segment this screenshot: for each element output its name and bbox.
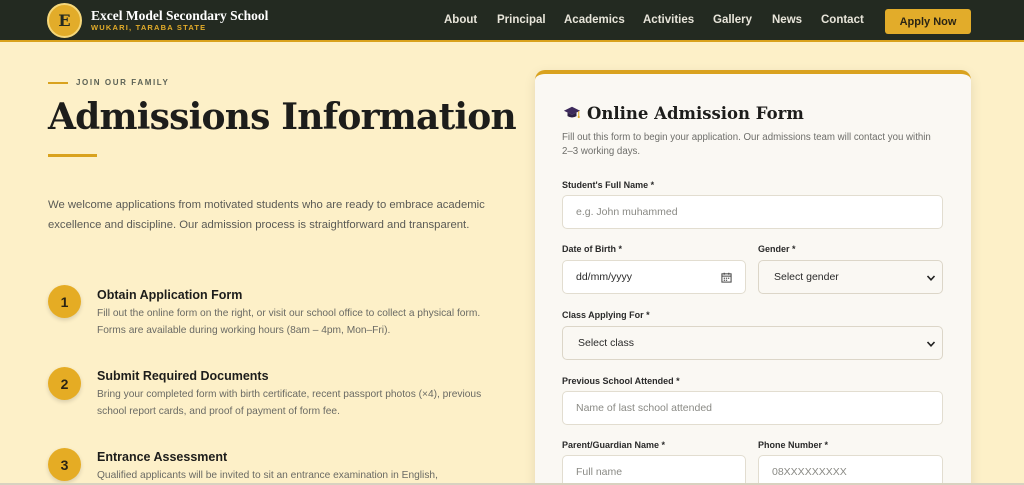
form-title-text: Online Admission Form <box>587 104 804 123</box>
nav-news[interactable]: News <box>772 14 802 26</box>
form-subtitle: Fill out this form to begin your applica… <box>562 132 931 157</box>
phone-input[interactable]: 08XXXXXXXXX <box>758 455 943 485</box>
eyebrow-text: JOIN OUR FAMILY <box>76 78 170 87</box>
dob-label: Date of Birth * <box>562 244 623 254</box>
step-title-3: Entrance Assessment <box>97 450 228 464</box>
step-title-1: Obtain Application Form <box>97 288 243 302</box>
gender-select[interactable]: Select gender <box>758 260 943 294</box>
apply-now-button[interactable]: Apply Now <box>885 9 971 34</box>
site-header: E Excel Model Secondary School WUKARI, T… <box>0 0 1024 42</box>
step-number-2: 2 <box>48 367 81 400</box>
nav-contact[interactable]: Contact <box>821 14 864 26</box>
chevron-down-icon <box>926 341 936 347</box>
form-title: Online Admission Form <box>563 104 804 123</box>
calendar-icon[interactable] <box>721 272 732 283</box>
intro-paragraph: We welcome applications from motivated s… <box>48 199 485 231</box>
full-name-label: Student's Full Name * <box>562 180 655 190</box>
phone-label: Phone Number * <box>758 440 829 450</box>
step-number-3: 3 <box>48 448 81 481</box>
guardian-label: Parent/Guardian Name * <box>562 440 666 450</box>
guardian-name-input[interactable]: Full name <box>562 455 746 485</box>
nav-activities[interactable]: Activities <box>643 14 694 26</box>
dob-input[interactable]: dd/mm/yyyy <box>562 260 746 294</box>
class-label: Class Applying For * <box>562 310 650 320</box>
previous-school-input[interactable]: Name of last school attended <box>562 391 943 425</box>
step-number-1: 1 <box>48 285 81 318</box>
gender-value: Select gender <box>774 271 839 283</box>
page-title: Admissions Information <box>48 96 517 138</box>
nav-academics[interactable]: Academics <box>564 14 625 26</box>
nav-gallery[interactable]: Gallery <box>713 14 752 26</box>
class-select[interactable]: Select class <box>562 326 943 360</box>
eyebrow-divider <box>48 82 68 84</box>
dob-value: dd/mm/yyyy <box>576 271 633 283</box>
title-underline <box>48 154 97 157</box>
step-text-1: Fill out the online form on the right, o… <box>97 308 481 336</box>
step-title-2: Submit Required Documents <box>97 369 269 383</box>
nav-principal[interactable]: Principal <box>497 14 546 26</box>
graduation-cap-icon <box>563 106 581 119</box>
previous-school-label: Previous School Attended * <box>562 376 680 386</box>
nav-about[interactable]: About <box>444 14 477 26</box>
chevron-down-icon <box>926 275 936 281</box>
main-nav: About Principal Academics Activities Gal… <box>0 14 1024 28</box>
gender-label: Gender * <box>758 244 796 254</box>
full-name-input[interactable]: e.g. John muhammed <box>562 195 943 229</box>
class-value: Select class <box>578 337 635 349</box>
step-text-2: Bring your completed form with birth cer… <box>97 389 482 417</box>
